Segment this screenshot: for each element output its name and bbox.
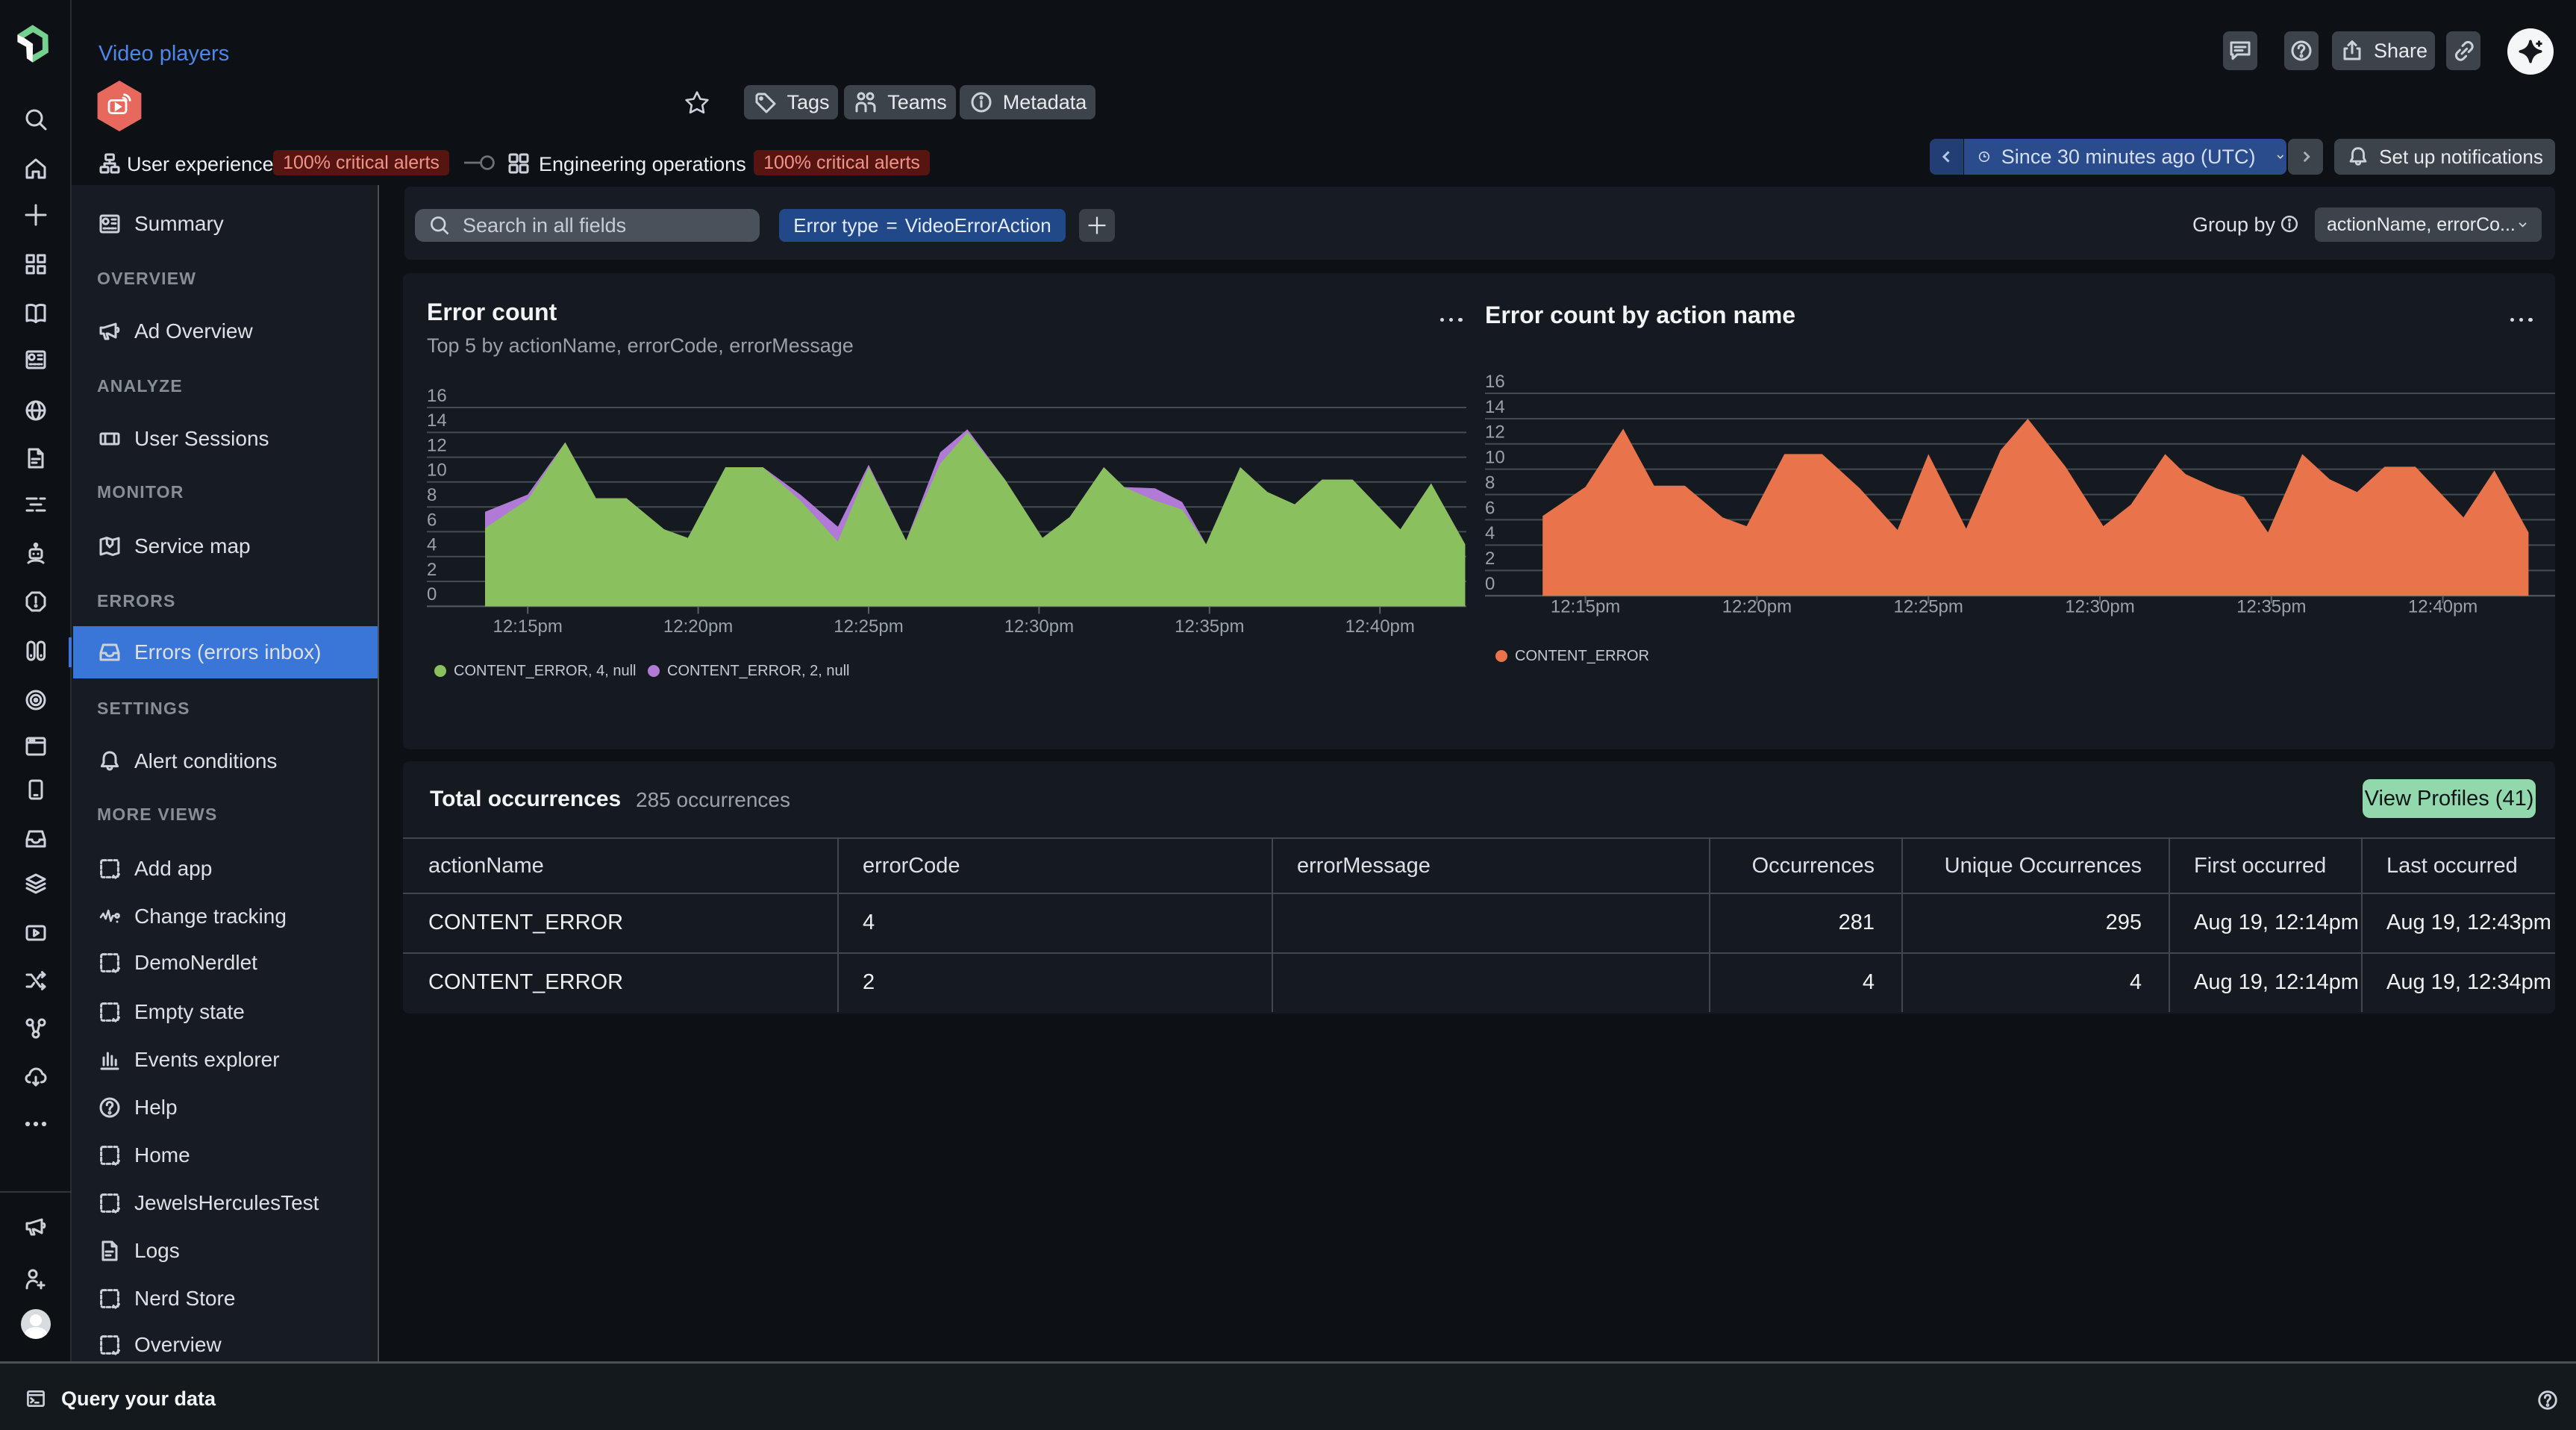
svg-text:2: 2	[427, 560, 437, 580]
svg-text:4: 4	[1485, 523, 1495, 543]
svg-text:12:40pm: 12:40pm	[2408, 596, 2477, 616]
svg-text:16: 16	[1485, 372, 1505, 392]
svg-text:0: 0	[427, 584, 437, 605]
svg-text:12: 12	[1485, 422, 1505, 443]
svg-text:14: 14	[1485, 397, 1505, 417]
svg-text:12:15pm: 12:15pm	[1551, 596, 1620, 616]
svg-text:6: 6	[1485, 498, 1495, 518]
svg-text:12:20pm: 12:20pm	[663, 616, 733, 637]
svg-text:8: 8	[427, 485, 437, 505]
svg-text:12:30pm: 12:30pm	[1004, 616, 1074, 637]
svg-text:16: 16	[427, 386, 447, 406]
svg-text:0: 0	[1485, 574, 1495, 594]
svg-text:12:40pm: 12:40pm	[1345, 616, 1414, 637]
svg-text:12:20pm: 12:20pm	[1722, 596, 1792, 616]
svg-text:12:35pm: 12:35pm	[1175, 616, 1244, 637]
svg-text:2: 2	[1485, 549, 1495, 569]
svg-text:6: 6	[427, 510, 437, 530]
svg-text:12:25pm: 12:25pm	[1893, 596, 1963, 616]
svg-text:12:30pm: 12:30pm	[2065, 596, 2134, 616]
svg-text:8: 8	[1485, 472, 1495, 493]
svg-text:12:35pm: 12:35pm	[2236, 596, 2306, 616]
svg-text:14: 14	[427, 410, 447, 431]
svg-text:12: 12	[427, 435, 447, 455]
svg-text:4: 4	[427, 535, 437, 555]
svg-text:12:25pm: 12:25pm	[834, 616, 903, 637]
svg-text:10: 10	[427, 460, 447, 481]
svg-text:10: 10	[1485, 447, 1505, 467]
svg-text:12:15pm: 12:15pm	[493, 616, 562, 637]
